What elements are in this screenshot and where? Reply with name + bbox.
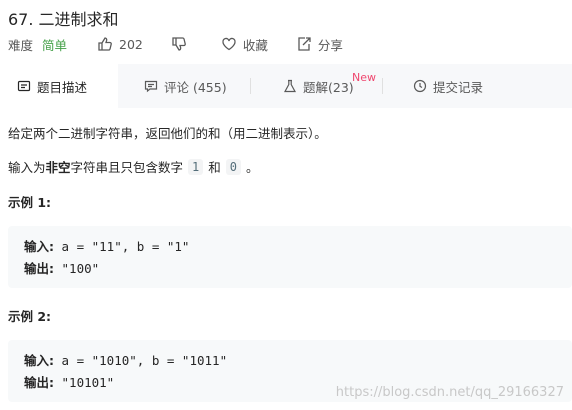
watermark: https://blog.csdn.net/qq_29166327 (335, 385, 564, 400)
like-button[interactable]: 202 (97, 36, 143, 52)
thumbs-down-icon (172, 37, 186, 51)
example-1-title: 示例 1: (8, 195, 52, 210)
share-label: 分享 (317, 37, 343, 53)
comment-icon (144, 80, 158, 93)
difficulty-badge: 简单 (42, 37, 68, 53)
example-1-input-line: 输入: a = "11", b = "1" (24, 236, 556, 258)
input-value: a = "11", b = "1" (54, 239, 190, 254)
input-label: 输入: (24, 353, 54, 368)
favorite-button[interactable]: 收藏 (221, 35, 268, 54)
description-icon (17, 80, 31, 92)
heart-icon (222, 37, 236, 51)
problem-meta: 难度 简单 202 收藏 分享 (8, 35, 371, 53)
description-text: 。 (246, 160, 259, 175)
description-text: 和 (208, 160, 221, 175)
output-label: 输出: (24, 375, 54, 390)
tab-solutions-label: 题解(23) (303, 79, 354, 95)
tab-bar: 题目描述 评论 (455) 题解(23) 提交记录 (0, 64, 572, 108)
favorite-label: 收藏 (242, 37, 268, 53)
tab-description[interactable]: 题目描述 (0, 64, 118, 108)
description-text: 输入为 (8, 160, 46, 175)
difficulty-label: 难度 (8, 37, 34, 53)
input-value: a = "1010", b = "1011" (54, 353, 228, 368)
new-badge: New (352, 71, 376, 84)
clock-icon (413, 79, 427, 93)
description-text: 字符串且只包含数字 (70, 160, 184, 175)
share-icon (298, 37, 311, 51)
tab-comments[interactable]: 评论 (455) (144, 64, 227, 108)
thumbs-up-icon (98, 37, 112, 51)
problem-title: 67. 二进制求和 (8, 10, 119, 29)
output-label: 输出: (24, 261, 54, 276)
description-line-2: 输入为 非空 字符串且只包含数字 1 和 0 。 (8, 157, 259, 176)
tab-description-label: 题目描述 (37, 79, 88, 95)
example-2-title: 示例 2: (8, 309, 52, 324)
example-1-code-block: 输入: a = "11", b = "1" 输出: "100" (8, 226, 572, 288)
tab-submissions[interactable]: 提交记录 (413, 64, 483, 108)
example-1-output-line: 输出: "100" (24, 258, 556, 280)
output-value: "10101" (54, 375, 115, 390)
description-line-1: 给定两个二进制字符串，返回他们的和（用二进制表示）。 (8, 126, 327, 141)
tab-divider (250, 78, 251, 94)
example-2-input-line: 输入: a = "1010", b = "1011" (24, 350, 556, 372)
tab-submissions-label: 提交记录 (433, 79, 484, 95)
output-value: "100" (54, 261, 100, 276)
inline-code-zero: 0 (225, 158, 242, 175)
tab-solutions[interactable]: 题解(23) (283, 64, 354, 108)
share-button[interactable]: 分享 (296, 35, 343, 54)
input-label: 输入: (24, 239, 54, 254)
likes-count: 202 (119, 36, 143, 52)
tab-comments-label: 评论 (455) (164, 79, 227, 95)
flask-icon (283, 79, 297, 93)
dislike-button[interactable] (171, 36, 193, 52)
tab-divider (382, 78, 383, 94)
inline-code-one: 1 (188, 158, 204, 175)
description-emphasis: 非空 (45, 160, 71, 175)
